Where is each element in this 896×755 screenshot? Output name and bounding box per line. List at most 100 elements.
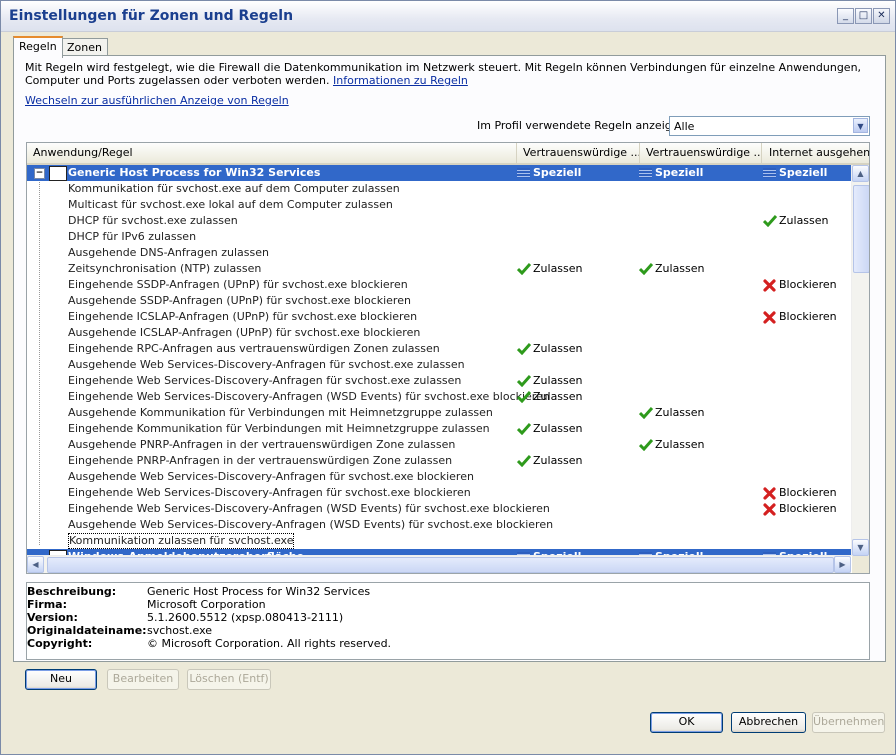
detail-value-copyright: © Microsoft Corporation. All rights rese… [147, 637, 392, 650]
rule-action-cell[interactable]: Speziell [763, 165, 827, 181]
detail-value-filename: svchost.exe [147, 624, 213, 637]
rule-action-cell[interactable]: Blockieren [763, 309, 837, 325]
rule-row[interactable]: Eingehende Web Services-Discovery-Anfrag… [27, 485, 851, 501]
rule-name: Zeitsynchronisation (NTP) zulassen [68, 262, 262, 275]
rule-name: Ausgehende PNRP-Anfragen in der vertraue… [68, 438, 456, 451]
horizontal-scrollbar[interactable]: ◀ ▶ [27, 555, 851, 573]
rule-action-cell[interactable]: Zulassen [517, 341, 583, 357]
rule-row[interactable]: Eingehende Web Services-Discovery-Anfrag… [27, 389, 851, 405]
rule-row[interactable]: Multicast für svchost.exe lokal auf dem … [27, 197, 851, 213]
rule-action-label: Zulassen [655, 438, 705, 451]
rule-row[interactable]: Zeitsynchronisation (NTP) zulassen Zulass… [27, 261, 851, 277]
column-header-rule[interactable]: Anwendung/Regel [27, 143, 517, 163]
scroll-right-icon[interactable]: ▶ [834, 556, 851, 573]
rule-action-label: Blockieren [779, 486, 837, 499]
column-header-trusted-out[interactable]: Vertrauenswürdige ... [640, 143, 762, 163]
rule-row[interactable]: Kommunikation für svchost.exe auf dem Co… [27, 181, 851, 197]
tab-regeln[interactable]: Regeln [13, 36, 63, 58]
column-header-internet-out[interactable]: Internet ausgehend [763, 143, 869, 163]
rule-row[interactable]: Eingehende PNRP-Anfragen in der vertraue… [27, 453, 851, 469]
detailed-view-link[interactable]: Wechseln zur ausführlichen Anzeige von R… [25, 94, 289, 107]
rule-action-label: Zulassen [533, 342, 583, 355]
rule-row[interactable]: Ausgehende Web Services-Discovery-Anfrag… [27, 469, 851, 485]
vertical-scrollbar[interactable]: ▲ ▼ [851, 165, 869, 556]
column-header-trusted-in[interactable]: Vertrauenswürdige ... [517, 143, 640, 163]
rule-group-row[interactable]: − Generic Host Process for Win32 Services… [27, 165, 851, 181]
rule-row[interactable]: Ausgehende Web Services-Discovery-Anfrag… [27, 357, 851, 373]
rule-row[interactable]: DHCP für IPv6 zulassen [27, 229, 851, 245]
delete-button[interactable]: Löschen (Entf) [187, 669, 271, 690]
rule-row[interactable]: Eingehende RPC-Anfragen aus vertrauenswü… [27, 341, 851, 357]
rule-row[interactable]: Ausgehende ICSLAP-Anfragen (UPnP) für sv… [27, 325, 851, 341]
detail-label-description: Beschreibung: [27, 585, 117, 598]
apply-button[interactable]: Übernehmen [812, 712, 885, 733]
rule-row[interactable]: Ausgehende PNRP-Anfragen in der vertraue… [27, 437, 851, 453]
profile-filter-value: Alle [674, 120, 695, 133]
edit-button[interactable]: Bearbeiten [107, 669, 179, 690]
detail-label-version: Version: [27, 611, 78, 624]
rule-action-cell[interactable]: Zulassen [639, 405, 705, 421]
rules-list[interactable]: Anwendung/Regel Vertrauenswürdige ... Ve… [26, 142, 870, 574]
scroll-left-icon[interactable]: ◀ [27, 556, 44, 573]
rule-name: Eingehende Web Services-Discovery-Anfrag… [68, 502, 550, 515]
ok-button[interactable]: OK [650, 712, 723, 733]
rule-action-label: Zulassen [533, 390, 583, 403]
tab-zonen[interactable]: Zonen [61, 38, 108, 56]
rule-action-cell[interactable]: Zulassen [517, 389, 583, 405]
rule-action-cell[interactable]: Zulassen [639, 437, 705, 453]
rule-row[interactable]: Eingehende Kommunikation für Verbindunge… [27, 421, 851, 437]
block-x-icon [763, 486, 779, 500]
minimize-button[interactable]: _ [837, 8, 854, 24]
title-bar: Einstellungen für Zonen und Regeln _ □ ✕ [1, 1, 895, 32]
intro-text: Mit Regeln wird festgelegt, wie die Fire… [25, 61, 865, 87]
scroll-down-icon[interactable]: ▼ [852, 539, 869, 556]
rule-action-cell[interactable]: Blockieren [763, 501, 837, 517]
rule-action-cell[interactable]: Zulassen [763, 213, 829, 229]
rule-row[interactable]: DHCP für svchost.exe zulassen Zulassen [27, 213, 851, 229]
vertical-scroll-thumb[interactable] [853, 185, 869, 273]
rule-name: DHCP für svchost.exe zulassen [68, 214, 238, 227]
rule-action-cell[interactable]: Blockieren [763, 485, 837, 501]
rules-info-link[interactable]: Informationen zu Regeln [333, 74, 468, 87]
collapse-icon[interactable]: − [34, 168, 45, 179]
rule-row[interactable]: Ausgehende Web Services-Discovery-Anfrag… [27, 517, 851, 533]
rule-name: Ausgehende DNS-Anfragen zulassen [68, 246, 269, 259]
rule-action-cell[interactable]: Zulassen [639, 261, 705, 277]
cancel-button[interactable]: Abbrechen [731, 712, 806, 733]
new-button[interactable]: Neu [25, 669, 97, 690]
rule-name: DHCP für IPv6 zulassen [68, 230, 197, 243]
rule-action-cell[interactable]: Zulassen [517, 373, 583, 389]
rule-action-cell[interactable]: Speziell [639, 165, 703, 181]
rule-row[interactable]: Eingehende Web Services-Discovery-Anfrag… [27, 501, 851, 517]
scroll-up-icon[interactable]: ▲ [852, 165, 869, 182]
rule-name: Eingehende ICSLAP-Anfragen (UPnP) für sv… [68, 310, 418, 323]
rule-row[interactable]: Eingehende SSDP-Anfragen (UPnP) für svch… [27, 277, 851, 293]
rule-name: Eingehende Kommunikation für Verbindunge… [68, 422, 490, 435]
rule-name: Ausgehende ICSLAP-Anfragen (UPnP) für sv… [68, 326, 421, 339]
block-x-icon [763, 502, 779, 516]
chevron-down-icon[interactable]: ▼ [853, 118, 868, 133]
custom-rule-icon [763, 166, 779, 179]
rule-row[interactable]: Ausgehende Kommunikation für Verbindunge… [27, 405, 851, 421]
rule-action-label: Blockieren [779, 278, 837, 291]
horizontal-scroll-thumb[interactable] [47, 557, 834, 573]
rule-action-label: Speziell [655, 166, 704, 179]
rule-action-cell[interactable]: Zulassen [517, 261, 583, 277]
rule-row[interactable]: Eingehende ICSLAP-Anfragen (UPnP) für sv… [27, 309, 851, 325]
rule-action-cell[interactable]: Zulassen [517, 421, 583, 437]
rule-action-cell[interactable]: Speziell [517, 165, 581, 181]
window-title: Einstellungen für Zonen und Regeln [9, 8, 294, 24]
rule-name: Multicast für svchost.exe lokal auf dem … [68, 198, 393, 211]
maximize-button[interactable]: □ [855, 8, 872, 24]
check-icon [639, 406, 655, 419]
rule-row[interactable]: Kommunikation zulassen für svchost.exe [27, 533, 851, 549]
close-button[interactable]: ✕ [873, 8, 890, 24]
rule-name: Eingehende Web Services-Discovery-Anfrag… [68, 486, 471, 499]
rule-row[interactable]: Eingehende Web Services-Discovery-Anfrag… [27, 373, 851, 389]
rule-row[interactable]: Ausgehende DNS-Anfragen zulassen [27, 245, 851, 261]
profile-filter-select[interactable]: Alle ▼ [669, 116, 870, 136]
rule-row[interactable]: Ausgehende SSDP-Anfragen (UPnP) für svch… [27, 293, 851, 309]
rule-action-cell[interactable]: Zulassen [517, 453, 583, 469]
rule-action-cell[interactable]: Blockieren [763, 277, 837, 293]
rule-name: Ausgehende Web Services-Discovery-Anfrag… [68, 470, 474, 483]
